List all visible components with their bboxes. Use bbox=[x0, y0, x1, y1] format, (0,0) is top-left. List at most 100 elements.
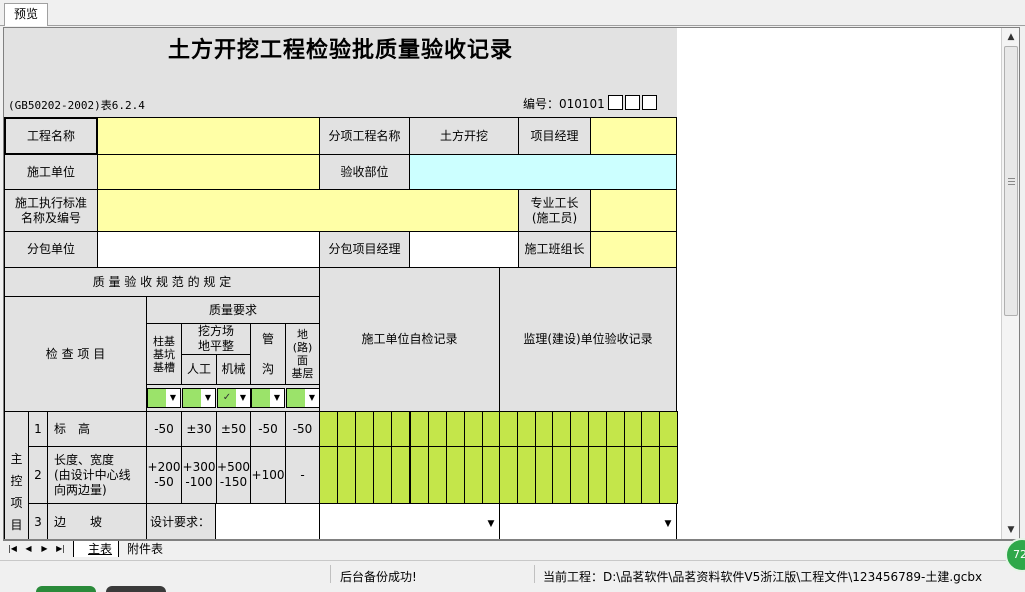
sheet-tab-main[interactable]: 主表 bbox=[73, 541, 120, 557]
chevron-down-icon: ▼ bbox=[201, 389, 215, 407]
row2-value-machine-lower: -150 bbox=[219, 475, 248, 489]
combo-pit[interactable]: ▼ bbox=[147, 388, 181, 408]
first-sheet-icon[interactable]: |◀ bbox=[5, 542, 20, 556]
record-cell-self[interactable] bbox=[391, 411, 411, 447]
chevron-down-icon[interactable]: ▼ bbox=[484, 508, 498, 539]
subcontractor-input[interactable] bbox=[97, 231, 320, 268]
acceptance-part-input[interactable] bbox=[409, 154, 677, 190]
project-manager-input[interactable] bbox=[590, 117, 677, 155]
col-ground-line2: (路) bbox=[292, 341, 313, 354]
row2-name-line3: 向两边量) bbox=[54, 482, 107, 497]
row1-value-ground: -50 bbox=[285, 411, 320, 447]
record-cell-sup[interactable] bbox=[552, 446, 572, 504]
row2-value-machine: +500 -150 bbox=[216, 446, 251, 504]
row3-self-check-select[interactable] bbox=[319, 503, 500, 539]
project-name-input[interactable] bbox=[97, 117, 320, 155]
standard-label: 施工执行标准 名称及编号 bbox=[4, 189, 98, 232]
number-box-1[interactable] bbox=[608, 95, 623, 110]
record-cell-self[interactable] bbox=[427, 411, 447, 447]
prev-sheet-icon[interactable]: ◀ bbox=[21, 542, 36, 556]
record-cell-self[interactable] bbox=[355, 446, 375, 504]
chevron-down-icon: ▼ bbox=[236, 389, 250, 407]
record-cell-self[interactable] bbox=[445, 411, 465, 447]
record-cell-sup[interactable] bbox=[570, 411, 589, 447]
record-cell-sup[interactable] bbox=[588, 411, 607, 447]
col-pit-line1: 柱基 bbox=[153, 334, 175, 348]
backup-status: 后台备份成功! bbox=[340, 570, 417, 584]
record-cell-sup[interactable] bbox=[534, 446, 554, 504]
record-cell-sup[interactable] bbox=[623, 446, 643, 504]
record-cell-sup[interactable] bbox=[641, 446, 661, 504]
record-cell-sup[interactable] bbox=[588, 446, 607, 504]
chevron-down-icon: ▼ bbox=[166, 389, 180, 407]
project-manager-label: 项目经理 bbox=[518, 117, 591, 155]
construction-unit-input[interactable] bbox=[97, 154, 320, 190]
row2-value-manual-upper: +300 bbox=[182, 460, 216, 474]
construction-unit-label: 施工单位 bbox=[4, 154, 98, 190]
chevron-down-icon[interactable]: ▼ bbox=[661, 508, 675, 539]
next-sheet-icon[interactable]: ▶ bbox=[37, 542, 52, 556]
row2-value-ground: - bbox=[285, 446, 320, 504]
record-cell-sup[interactable] bbox=[516, 411, 536, 447]
number-box-2[interactable] bbox=[625, 95, 640, 110]
record-cell-self[interactable] bbox=[373, 446, 393, 504]
last-sheet-icon[interactable]: ▶| bbox=[53, 542, 68, 556]
record-cell-self[interactable] bbox=[337, 411, 357, 447]
vertical-scrollbar[interactable]: ▲ ▼ bbox=[1001, 28, 1019, 539]
record-cell-self[interactable] bbox=[319, 446, 339, 504]
record-cell-sup[interactable] bbox=[623, 411, 643, 447]
record-cell-self[interactable] bbox=[463, 446, 483, 504]
record-cell-self[interactable] bbox=[427, 446, 447, 504]
supervision-header: 监理(建设)单位验收记录 bbox=[499, 267, 677, 412]
scroll-up-icon[interactable]: ▲ bbox=[1002, 29, 1019, 45]
combo-trench[interactable]: ▼ bbox=[251, 388, 285, 408]
tab-preview[interactable]: 预览 bbox=[4, 3, 48, 26]
record-cell-sup[interactable] bbox=[516, 446, 536, 504]
record-cell-sup[interactable] bbox=[534, 411, 554, 447]
record-cell-self[interactable] bbox=[391, 446, 411, 504]
record-cell-self[interactable] bbox=[319, 411, 339, 447]
combo-manual[interactable]: ▼ bbox=[182, 388, 216, 408]
record-cell-self[interactable] bbox=[409, 411, 429, 447]
number-box-3[interactable] bbox=[642, 95, 657, 110]
row2-value-pit-upper: +200 bbox=[147, 460, 181, 474]
sub-manager-input[interactable] bbox=[409, 231, 519, 268]
record-cell-sup[interactable] bbox=[605, 411, 625, 447]
form-title: 土方开挖工程检验批质量验收记录 bbox=[167, 38, 513, 63]
sub-project-label: 分项工程名称 bbox=[319, 117, 410, 155]
col-trench-header: 管 沟 bbox=[250, 323, 286, 385]
project-name-label: 工程名称 bbox=[4, 117, 98, 155]
team-leader-input[interactable] bbox=[590, 231, 677, 268]
record-cell-self[interactable] bbox=[337, 446, 357, 504]
row3-design-input[interactable] bbox=[215, 503, 320, 539]
record-cell-sup[interactable] bbox=[552, 411, 572, 447]
col-trench-line2: 沟 bbox=[261, 361, 274, 376]
combo-ground[interactable]: ▼ bbox=[286, 388, 320, 408]
standard-label-line2: 名称及编号 bbox=[20, 210, 81, 225]
combo-machine[interactable]: ✓ ▼ bbox=[217, 388, 251, 408]
record-cell-self[interactable] bbox=[409, 446, 429, 504]
record-cell-sup[interactable] bbox=[641, 411, 661, 447]
row2-value-manual-lower: -100 bbox=[185, 475, 213, 489]
taskbar-item[interactable] bbox=[36, 586, 96, 592]
scroll-thumb[interactable] bbox=[1004, 46, 1018, 316]
record-cell-sup[interactable] bbox=[659, 411, 678, 447]
record-cell-self[interactable] bbox=[355, 411, 375, 447]
self-check-header: 施工单位自检记录 bbox=[319, 267, 500, 412]
record-cell-sup[interactable] bbox=[499, 446, 518, 504]
record-cell-sup[interactable] bbox=[605, 446, 625, 504]
taskbar-item[interactable] bbox=[106, 586, 166, 592]
record-cell-sup[interactable] bbox=[659, 446, 678, 504]
sheet-tab-attached[interactable]: 附件表 bbox=[127, 541, 163, 557]
row3-supervision-select[interactable] bbox=[499, 503, 677, 539]
record-cell-self[interactable] bbox=[463, 411, 483, 447]
standard-input[interactable] bbox=[97, 189, 519, 232]
foreman-input[interactable] bbox=[590, 189, 677, 232]
scroll-down-icon[interactable]: ▼ bbox=[1002, 522, 1019, 538]
record-cell-sup[interactable] bbox=[570, 446, 589, 504]
row3-number: 3 bbox=[28, 503, 48, 539]
record-cell-self[interactable] bbox=[373, 411, 393, 447]
row1-name: 标 高 bbox=[47, 411, 147, 447]
record-cell-self[interactable] bbox=[445, 446, 465, 504]
record-cell-sup[interactable] bbox=[499, 411, 518, 447]
